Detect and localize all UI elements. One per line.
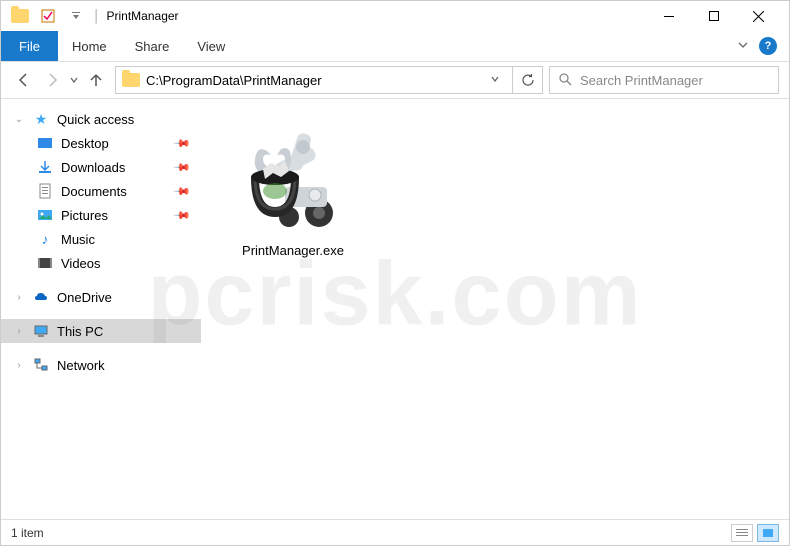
file-name: PrintManager.exe bbox=[242, 243, 344, 258]
folder-icon[interactable] bbox=[9, 5, 31, 27]
sidebar-item-videos[interactable]: Videos bbox=[1, 251, 201, 275]
minimize-button[interactable] bbox=[646, 1, 691, 31]
expand-icon[interactable]: ⌄ bbox=[13, 114, 25, 125]
pin-icon: 📌 bbox=[173, 158, 192, 177]
help-icon[interactable]: ? bbox=[759, 37, 777, 55]
sidebar-item-label: Quick access bbox=[57, 112, 134, 127]
large-icons-view-button[interactable] bbox=[757, 524, 779, 542]
tab-share[interactable]: Share bbox=[121, 31, 184, 61]
sidebar-item-quick-access[interactable]: ⌄ ★ Quick access bbox=[1, 107, 201, 131]
sidebar-item-label: Videos bbox=[61, 256, 101, 271]
folder-icon bbox=[122, 73, 140, 87]
sidebar-item-label: Network bbox=[57, 358, 105, 373]
properties-icon[interactable] bbox=[37, 5, 59, 27]
sidebar-item-label: Downloads bbox=[61, 160, 125, 175]
item-count: 1 item bbox=[11, 526, 44, 540]
sidebar-item-label: OneDrive bbox=[57, 290, 112, 305]
main-area: ⌄ ★ Quick access Desktop 📌 Downloads 📌 D… bbox=[1, 99, 789, 519]
search-box[interactable] bbox=[549, 66, 779, 94]
sidebar-item-network[interactable]: › Network bbox=[1, 353, 201, 377]
navigation-pane: ⌄ ★ Quick access Desktop 📌 Downloads 📌 D… bbox=[1, 99, 201, 519]
pin-icon: 📌 bbox=[173, 206, 192, 225]
sidebar-item-label: Pictures bbox=[61, 208, 108, 223]
address-bar: C:\ProgramData\PrintManager bbox=[1, 61, 789, 99]
sidebar-item-pictures[interactable]: Pictures 📌 bbox=[1, 203, 201, 227]
titlebar-separator: │ bbox=[93, 9, 101, 23]
back-button[interactable] bbox=[11, 67, 37, 93]
music-icon: ♪ bbox=[37, 231, 53, 247]
details-view-button[interactable] bbox=[731, 524, 753, 542]
sidebar-item-music[interactable]: ♪ Music bbox=[1, 227, 201, 251]
expand-icon[interactable]: › bbox=[13, 326, 25, 337]
file-tab[interactable]: File bbox=[1, 31, 58, 61]
sidebar-item-documents[interactable]: Documents 📌 bbox=[1, 179, 201, 203]
titlebar: │ PrintManager bbox=[1, 1, 789, 31]
address-path: C:\ProgramData\PrintManager bbox=[146, 73, 322, 88]
pin-icon: 📌 bbox=[173, 134, 192, 153]
window-controls bbox=[646, 1, 781, 31]
ribbon-expand-icon[interactable] bbox=[737, 39, 749, 54]
network-icon bbox=[33, 357, 49, 373]
desktop-icon bbox=[37, 135, 53, 151]
quick-access-toolbar bbox=[9, 5, 87, 27]
recent-locations-icon[interactable] bbox=[67, 67, 81, 93]
sidebar-item-label: Desktop bbox=[61, 136, 109, 151]
search-icon bbox=[558, 72, 572, 89]
sidebar-item-desktop[interactable]: Desktop 📌 bbox=[1, 131, 201, 155]
pictures-icon bbox=[37, 207, 53, 223]
pin-icon: 📌 bbox=[173, 182, 192, 201]
sidebar-item-downloads[interactable]: Downloads 📌 bbox=[1, 155, 201, 179]
downloads-icon bbox=[37, 159, 53, 175]
documents-icon bbox=[37, 183, 53, 199]
cloud-icon bbox=[33, 289, 49, 305]
search-input[interactable] bbox=[580, 73, 770, 88]
maximize-button[interactable] bbox=[691, 1, 736, 31]
videos-icon bbox=[37, 255, 53, 271]
address-input[interactable]: C:\ProgramData\PrintManager bbox=[115, 66, 513, 94]
up-button[interactable] bbox=[83, 67, 109, 93]
tab-home[interactable]: Home bbox=[58, 31, 121, 61]
sidebar-item-label: Music bbox=[61, 232, 95, 247]
window-title: PrintManager bbox=[107, 9, 179, 23]
forward-button[interactable] bbox=[39, 67, 65, 93]
close-button[interactable] bbox=[736, 1, 781, 31]
expand-icon[interactable]: › bbox=[13, 292, 25, 303]
file-item[interactable]: PrintManager.exe bbox=[213, 111, 373, 266]
tab-view[interactable]: View bbox=[183, 31, 239, 61]
star-icon: ★ bbox=[33, 111, 49, 127]
qat-dropdown-icon[interactable] bbox=[65, 5, 87, 27]
sidebar-item-onedrive[interactable]: › OneDrive bbox=[1, 285, 201, 309]
refresh-button[interactable] bbox=[513, 66, 543, 94]
expand-icon[interactable]: › bbox=[13, 360, 25, 371]
file-list[interactable]: PrintManager.exe bbox=[201, 99, 789, 519]
sidebar-item-label: Documents bbox=[61, 184, 127, 199]
sidebar-item-label: This PC bbox=[57, 324, 103, 339]
address-dropdown-icon[interactable] bbox=[484, 73, 506, 87]
ribbon-tabs: File Home Share View ? bbox=[1, 31, 789, 61]
status-bar: 1 item bbox=[1, 519, 789, 545]
computer-icon bbox=[33, 323, 49, 339]
sidebar-item-this-pc[interactable]: › This PC bbox=[1, 319, 201, 343]
exe-icon bbox=[233, 119, 353, 239]
